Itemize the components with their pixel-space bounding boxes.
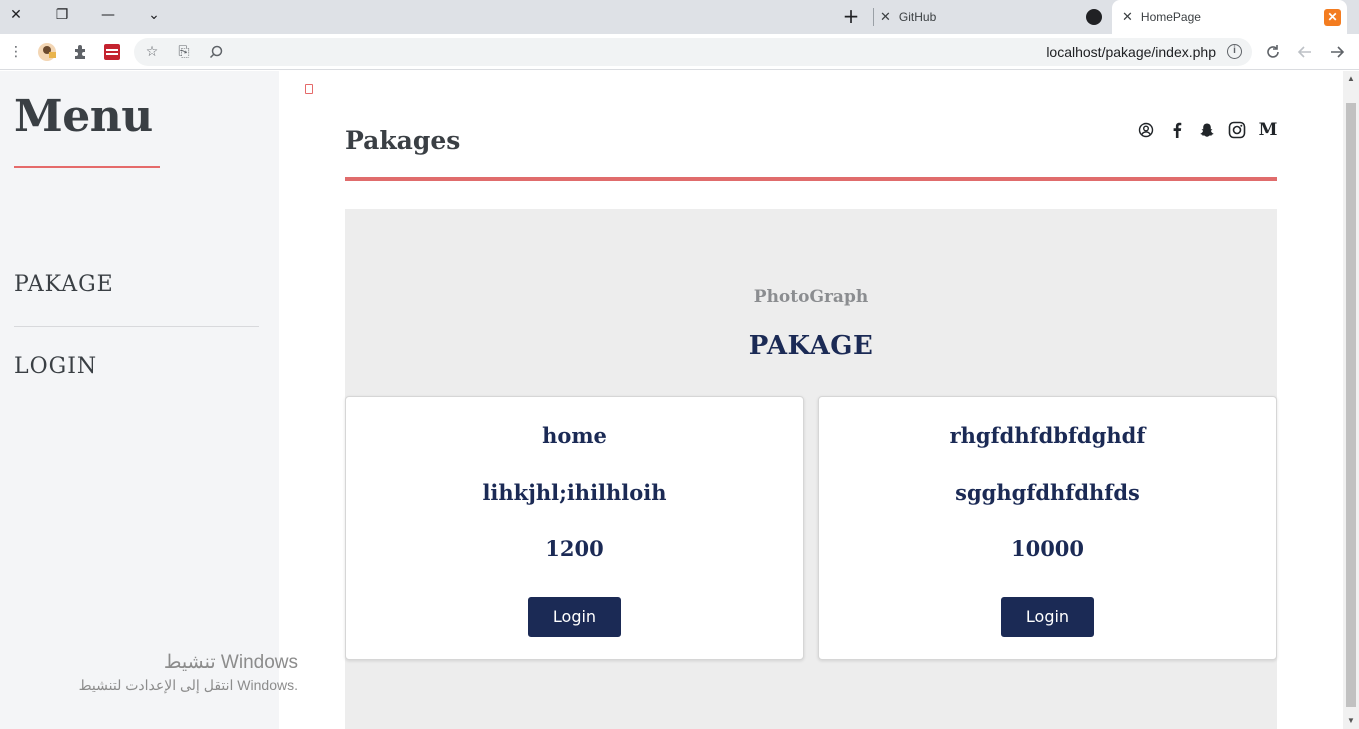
package-card: rhgfdhfdbfdghdf sgghgfdhfdhfds 10000 Log…	[818, 396, 1277, 660]
tab-title: HomePage	[1140, 10, 1201, 24]
packages-section: PhotoGraph PAKAGE home lihkjhl;ihilhloih…	[345, 209, 1277, 729]
browser-menu-icon[interactable]: ⋮	[6, 42, 26, 62]
broken-image-icon	[305, 84, 313, 94]
scroll-down-arrow-icon[interactable]: ▼	[1343, 713, 1359, 729]
tab-separator	[873, 8, 874, 26]
sidebar: Menu PAKAGE LOGIN	[0, 71, 279, 729]
scrollbar-thumb[interactable]	[1346, 103, 1356, 707]
sidebar-divider	[14, 326, 259, 327]
bookmark-star-icon[interactable]: ☆	[142, 42, 162, 62]
package-card: home lihkjhl;ihilhloih 1200 Login	[345, 396, 804, 660]
share-icon[interactable]: ⎘	[174, 42, 194, 62]
back-arrow-icon[interactable]	[1295, 42, 1315, 62]
restore-window-icon[interactable]: ❐	[49, 4, 75, 26]
minimize-window-icon[interactable]: —	[95, 4, 121, 26]
menu-underline	[14, 166, 160, 168]
close-tab-icon[interactable]: ✕	[880, 10, 891, 25]
package-price: 1200	[545, 536, 604, 561]
browser-toolbar: ⋮ ☆ ⎘ localhost/pakage/index.php i	[0, 34, 1359, 70]
page-scrollbar[interactable]: ▲ ▼	[1343, 71, 1359, 729]
whatfont-extension-icon[interactable]	[102, 42, 122, 62]
site-info-icon[interactable]: i	[1227, 44, 1242, 59]
login-button[interactable]: Login	[1001, 597, 1094, 637]
new-tab-button[interactable]: +	[840, 5, 862, 27]
browser-tab-bar: ✕ ❐ — ⌄ + ✕ GitHub ✕ HomePage ✕	[0, 0, 1359, 34]
package-name: home	[542, 423, 607, 448]
section-title: PAKAGE	[748, 331, 874, 361]
address-bar[interactable]: ☆ ⎘ localhost/pakage/index.php i	[134, 38, 1252, 66]
reload-icon[interactable]	[1263, 42, 1283, 62]
windows-activation-message: انتقل إلى الإعدادت لتنشيط Windows.	[78, 677, 298, 693]
page-title: Pakages	[345, 126, 461, 155]
facebook-icon[interactable]	[1168, 121, 1186, 139]
forward-arrow-icon[interactable]	[1327, 42, 1347, 62]
github-icon	[1086, 9, 1102, 25]
section-subtitle: PhotoGraph	[753, 287, 869, 307]
title-underline	[345, 177, 1277, 181]
package-description: lihkjhl;ihilhloih	[482, 480, 667, 505]
medium-icon[interactable]: M	[1259, 120, 1278, 140]
windows-activation-title: تنشيط Windows	[163, 652, 298, 673]
profile-avatar-icon[interactable]	[37, 42, 57, 62]
tab-search-chevron-icon[interactable]: ⌄	[141, 4, 167, 26]
sidebar-item-pakage[interactable]: PAKAGE	[14, 272, 114, 297]
account-icon[interactable]	[1137, 121, 1155, 139]
login-button[interactable]: Login	[528, 597, 621, 637]
sidebar-item-login[interactable]: LOGIN	[14, 354, 97, 379]
url-text[interactable]: localhost/pakage/index.php	[1046, 44, 1216, 60]
close-tab-icon[interactable]: ✕	[1122, 10, 1133, 25]
extensions-puzzle-icon[interactable]	[70, 42, 90, 62]
package-price: 10000	[1010, 536, 1085, 561]
package-name: rhgfdhfdbfdghdf	[949, 423, 1146, 448]
tab-github[interactable]: ✕ GitHub	[880, 0, 1110, 34]
xampp-icon: ✕	[1324, 9, 1341, 26]
menu-title: Menu	[14, 91, 153, 142]
scroll-up-arrow-icon[interactable]: ▲	[1343, 71, 1359, 87]
instagram-icon[interactable]	[1228, 121, 1246, 139]
tab-homepage[interactable]: ✕ HomePage ✕	[1112, 0, 1347, 34]
zoom-search-icon[interactable]	[206, 42, 226, 62]
web-page: Menu PAKAGE LOGIN تنشيط Windows انتقل إل…	[0, 71, 1359, 729]
snapchat-icon[interactable]	[1198, 121, 1216, 139]
tab-title: GitHub	[898, 10, 937, 24]
package-description: sgghgfdhfdhfds	[955, 480, 1140, 505]
close-window-icon[interactable]: ✕	[3, 4, 29, 26]
